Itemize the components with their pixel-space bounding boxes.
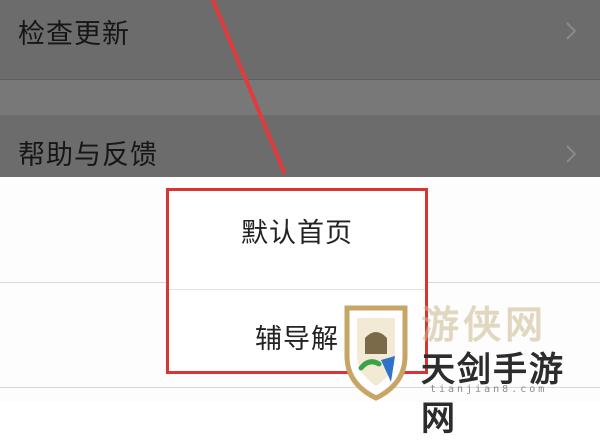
divider (169, 289, 425, 290)
shield-logo-icon (344, 305, 408, 401)
settings-item-check-update[interactable]: 检查更新 (0, 0, 600, 80)
chevron-right-icon (566, 22, 577, 40)
watermark-text-faded: 游侠网 (421, 303, 548, 347)
settings-item-label: 帮助与反馈 (18, 140, 158, 171)
settings-item-help-feedback[interactable]: 帮助与反馈 (0, 115, 600, 177)
watermark-logo: 游侠网 天剑手游网 tianjian8.com (335, 298, 600, 439)
section-gap (0, 80, 600, 115)
settings-item-label: 检查更新 (18, 19, 130, 50)
chevron-right-icon (566, 145, 577, 163)
watermark-domain: tianjian8.com (430, 384, 548, 395)
option-default-home[interactable]: 默认首页 (169, 211, 425, 250)
